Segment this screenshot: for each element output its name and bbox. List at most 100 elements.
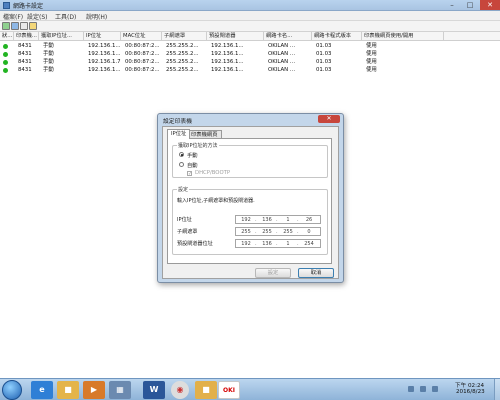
dhcp-checkbox[interactable]: ✓ <box>187 171 192 177</box>
network-app-icon[interactable]: ▦ <box>109 381 131 399</box>
cell-ip: 192.136.1.7 <box>88 59 121 65</box>
taskbar: e ■ ▶ ▦ W ◉ ■ OKI 下午 02:24 2016/8/23 <box>0 378 500 400</box>
search-icon[interactable] <box>11 22 19 30</box>
menu-settings[interactable]: 設定(S) <box>27 12 48 21</box>
table-row[interactable]: 8431 手動 192.136.1.7 00:80:87:2... 255.25… <box>0 58 500 66</box>
word-icon[interactable]: W <box>143 381 165 399</box>
dialog-close-icon[interactable]: ✕ <box>318 115 340 123</box>
column-header-ip-method[interactable]: 獲取IP位址... <box>39 32 84 41</box>
start-button[interactable] <box>2 380 22 400</box>
subnet-mask-label: 子網遮罩 <box>177 229 198 235</box>
cancel-button[interactable]: 取消 <box>298 268 334 278</box>
maximize-icon[interactable]: □ <box>461 0 479 10</box>
ip-separator: . <box>276 229 278 235</box>
cell-printer: 8431 <box>18 51 32 57</box>
toolbar <box>0 21 500 32</box>
ip-separator: . <box>297 229 299 235</box>
chrome-icon[interactable]: ◉ <box>171 381 189 399</box>
column-header-firmware[interactable]: 網路卡程式版本 <box>312 32 362 41</box>
ip-octet-3: 1 <box>286 217 290 223</box>
ip-settings-group: 設定 輸入IP位址,子網遮罩和預設閘道器. IP位址 192 . 136 . 1… <box>172 186 328 255</box>
cell-mac: 00:80:87:2... <box>125 67 160 73</box>
tray-network-icon[interactable] <box>420 386 426 392</box>
cell-printer: 8431 <box>18 67 32 73</box>
show-desktop-button[interactable] <box>494 379 500 400</box>
menu-help[interactable]: 說明(H) <box>86 12 107 21</box>
manual-radio[interactable] <box>179 152 184 157</box>
tray-flag-icon[interactable] <box>408 386 414 392</box>
column-header-printer[interactable]: 印表機... <box>14 32 39 41</box>
column-header-webpage[interactable]: 印表機網頁使用/開用 <box>362 32 444 41</box>
cell-subnet: 255.255.2... <box>166 67 199 73</box>
gateway-octet-4: 254 <box>304 241 314 247</box>
media-player-icon[interactable]: ▶ <box>83 381 105 399</box>
column-header-ip[interactable]: IP位址 <box>84 32 121 41</box>
cell-ip: 192.136.1... <box>88 43 121 49</box>
manual-label: 手動 <box>187 153 198 159</box>
folder-icon[interactable]: ■ <box>195 381 217 399</box>
cell-mac: 00:80:87:2... <box>125 59 160 65</box>
column-header-subnet[interactable]: 子網遮罩 <box>162 32 207 41</box>
menu-tools[interactable]: 工具(D) <box>55 12 76 21</box>
oki-icon[interactable]: OKI <box>218 381 240 399</box>
subnet-octet-3: 255 <box>283 229 293 235</box>
settings-instruction: 輸入IP位址,子網遮罩和預設閘道器. <box>177 198 255 204</box>
clock-time[interactable]: 下午 02:24 <box>455 381 484 389</box>
ip-settings-group-label: 設定 <box>177 186 190 193</box>
cell-gateway: 192.136.1... <box>211 51 244 57</box>
ip-address-label: IP位址 <box>177 217 192 223</box>
tray-volume-icon[interactable] <box>432 386 438 392</box>
ip-octet-2: 136 <box>262 217 272 223</box>
column-header-gateway[interactable]: 預設閘道器 <box>207 32 264 41</box>
table-row[interactable]: 8431 手動 192.136.1... 00:80:87:2... 255.2… <box>0 66 500 74</box>
cell-subnet: 255.255.2... <box>166 43 199 49</box>
cell-webpage: 使用 <box>366 59 377 65</box>
menu-file[interactable]: 檔案(F) <box>3 12 23 21</box>
minimize-icon[interactable]: – <box>443 0 461 10</box>
cell-printer: 8431 <box>18 43 32 49</box>
ip-address-field[interactable]: 192 . 136 . 1 . 26 <box>235 215 321 224</box>
file-explorer-icon[interactable]: ■ <box>57 381 79 399</box>
cell-mac: 00:80:87:2... <box>125 51 160 57</box>
subnet-mask-field[interactable]: 255 . 255 . 255 . 0 <box>235 227 321 236</box>
window-titlebar[interactable]: 網路卡設定 – □ ✕ <box>0 0 500 11</box>
cell-nic-name: OKILAN ... <box>268 67 296 73</box>
auto-label: 自動 <box>187 163 198 169</box>
cell-ip-method: 手動 <box>43 51 54 57</box>
column-header-status[interactable]: 狀... <box>0 32 14 41</box>
apply-button[interactable]: 設定 <box>255 268 291 278</box>
clock-date[interactable]: 2016/8/23 <box>456 389 485 395</box>
ip-separator: . <box>276 217 278 223</box>
table-row[interactable]: 8431 手動 192.136.1... 00:80:87:2... 255.2… <box>0 50 500 58</box>
status-ok-icon <box>3 51 8 57</box>
cell-ip: 192.136.1... <box>88 67 121 73</box>
gateway-octet-1: 192 <box>241 241 251 247</box>
dhcp-label: DHCP/BOOTP <box>195 170 231 176</box>
column-header-nic-name[interactable]: 網路卡名... <box>264 32 312 41</box>
cell-gateway: 192.136.1... <box>211 59 244 65</box>
gateway-field[interactable]: 192 . 136 . 1 . 254 <box>235 239 321 248</box>
subnet-octet-2: 255 <box>262 229 272 235</box>
subnet-octet-4: 0 <box>307 229 311 235</box>
ip-octet-4: 26 <box>305 217 313 223</box>
cell-firmware: 01.03 <box>316 59 332 65</box>
auto-radio[interactable] <box>179 162 184 167</box>
info-icon[interactable] <box>29 22 37 30</box>
cell-mac: 00:80:87:2... <box>125 43 160 49</box>
column-header-mac[interactable]: MAC位址 <box>121 32 162 41</box>
close-icon[interactable]: ✕ <box>480 0 500 10</box>
cell-ip-method: 手動 <box>43 59 54 65</box>
refresh-icon[interactable] <box>2 22 10 30</box>
status-ok-icon <box>3 67 8 73</box>
tab-ip-address[interactable]: IP位址 <box>167 129 191 139</box>
internet-explorer-icon[interactable]: e <box>31 381 53 399</box>
gateway-label: 預設閘道器位址 <box>177 241 213 247</box>
printer-settings-dialog: 設定印表機 ✕ IP位址 印表機網頁 獲取IP位址的方法 手動 自動 ✓ DHC… <box>157 113 344 283</box>
printer-icon[interactable] <box>20 22 28 30</box>
menu-bar: 檔案(F) 設定(S) 工具(D) 說明(H) <box>0 11 500 21</box>
cell-gateway: 192.136.1... <box>211 43 244 49</box>
table-row[interactable]: 8431 手動 192.136.1... 00:80:87:2... 255.2… <box>0 42 500 50</box>
cell-nic-name: OKILAN ... <box>268 51 296 57</box>
window-title: 網路卡設定 <box>13 3 44 10</box>
ip-separator: . <box>297 241 299 247</box>
